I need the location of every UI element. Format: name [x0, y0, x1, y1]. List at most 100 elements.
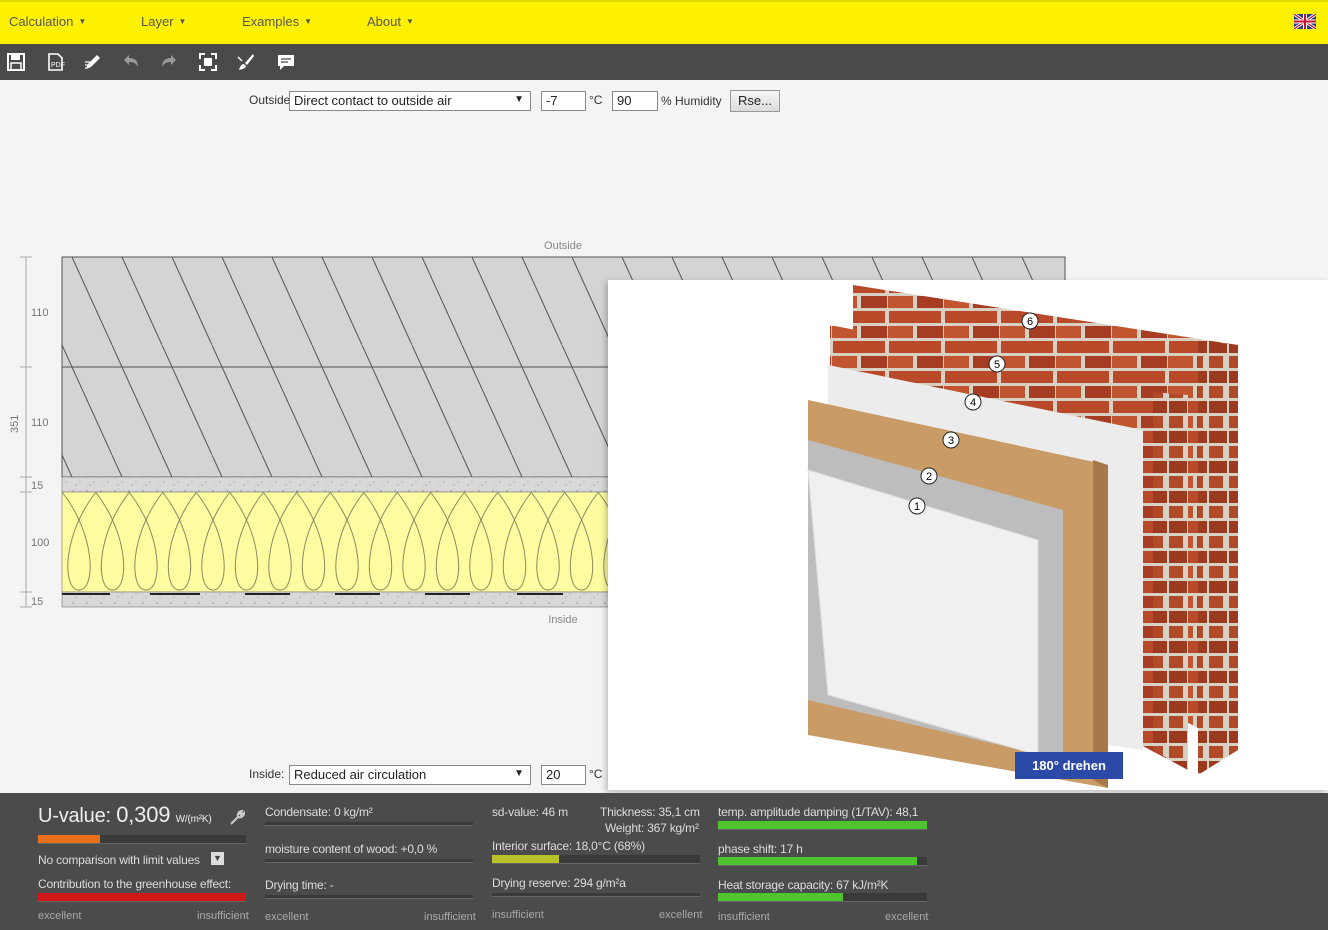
u-value-label: U-value:: [38, 805, 111, 827]
layer-thickness-label: 110: [31, 417, 49, 429]
marker-label: 1: [914, 501, 920, 513]
marker-label: 5: [994, 359, 1000, 371]
inside-temperature-input[interactable]: 20: [541, 765, 586, 785]
heat-storage-bar: [718, 893, 927, 902]
rse-button[interactable]: Rse...: [730, 90, 780, 112]
chevron-down-icon: ▼: [178, 17, 187, 26]
marker-4[interactable]: 4: [964, 393, 982, 411]
outside-humidity-unit: % Humidity: [661, 94, 722, 108]
layer-thickness-label: 100: [31, 537, 49, 549]
inside-condition-value: Reduced air circulation: [294, 767, 427, 782]
u-value: 0,309: [116, 802, 171, 827]
inside-condition-select[interactable]: Reduced air circulation ▼: [289, 765, 531, 785]
chevron-down-icon: ▼: [514, 768, 524, 779]
marker-3[interactable]: 3: [942, 431, 960, 449]
results-panel: U-value: 0,309 W/(m²K) No comparison wit…: [0, 793, 1328, 930]
wrench-icon[interactable]: [228, 809, 246, 827]
woodfibre-side: [1093, 460, 1108, 788]
brick-side: [1198, 340, 1238, 775]
inside-caption: Inside: [548, 614, 577, 626]
layer-thickness-label: 15: [31, 480, 43, 492]
outside-condition-select[interactable]: Direct contact to outside air ▼: [289, 91, 531, 111]
drying-reserve-bar: [492, 893, 700, 897]
edit-icon[interactable]: [83, 52, 103, 72]
menu-layer-label: Layer: [141, 14, 174, 29]
scale-excellent-label: excellent: [659, 909, 703, 921]
u-value-unit: W/(m²K): [175, 814, 212, 825]
u-value-bar: [38, 835, 246, 844]
redo-icon[interactable]: [159, 52, 179, 72]
menu-layer[interactable]: Layer ▼: [141, 14, 186, 29]
greenhouse-label: Contribution to the greenhouse effect:: [38, 877, 231, 891]
marker-1[interactable]: 1: [908, 497, 926, 515]
chevron-down-icon: ▼: [304, 17, 312, 26]
brick-side: [1153, 392, 1188, 770]
scale-excellent-label: excellent: [265, 911, 309, 923]
moisture-bar: [265, 859, 473, 863]
marker-2[interactable]: 2: [920, 467, 938, 485]
marker-label: 3: [948, 435, 954, 447]
menu-calculation-label: Calculation: [9, 14, 74, 29]
scale-insufficient-label: insufficient: [197, 910, 249, 922]
dropdown-toggle-icon[interactable]: ▼: [211, 852, 224, 865]
sd-value-text: sd-value: 46 m: [492, 805, 568, 819]
scale-insufficient-label: insufficient: [492, 909, 544, 921]
chevron-down-icon: ▼: [514, 94, 524, 105]
fit-icon[interactable]: [198, 52, 218, 72]
greenhouse-bar-fill: [38, 893, 246, 901]
marker-label: 6: [1027, 316, 1033, 328]
outside-humidity-input[interactable]: 90: [612, 91, 658, 111]
inside-temp-unit: °C: [589, 767, 603, 781]
pdf-icon[interactable]: PDF: [45, 52, 65, 72]
greenhouse-bar: [38, 893, 246, 902]
uk-flag-icon[interactable]: [1294, 14, 1316, 29]
outside-label: Outside: [249, 93, 291, 107]
layer-thickness-label: 15: [31, 596, 43, 608]
menu-examples[interactable]: Examples ▼: [242, 14, 312, 29]
drying-time-bar: [265, 895, 473, 899]
outside-condition-value: Direct contact to outside air: [294, 93, 452, 108]
phase-shift-bar: [718, 857, 927, 866]
layer-thickness-label: 110: [31, 307, 49, 319]
total-thickness-label: 351: [9, 415, 21, 433]
drying-reserve-text: Drying reserve: 294 g/m²a: [492, 876, 626, 890]
outside-temp-unit: °C: [589, 93, 603, 107]
comment-icon[interactable]: [276, 52, 296, 72]
weight-text: Weight: 367 kg/m²: [605, 821, 699, 835]
rotate-180-button[interactable]: 180° drehen: [1015, 752, 1123, 779]
interior-surface-text: Interior surface: 18,0°C (68%): [492, 839, 645, 853]
phase-shift-text: phase shift: 17 h: [718, 842, 803, 856]
u-value-bar-fill: [38, 835, 101, 843]
interior-surface-bar-fill: [492, 855, 559, 863]
scale-excellent-label: excellent: [885, 911, 929, 923]
temp-amplitude-bar: [718, 821, 927, 830]
no-comparison-text: No comparison with limit values: [38, 853, 200, 867]
menu-calculation[interactable]: Calculation ▼: [9, 14, 86, 29]
svg-text:PDF: PDF: [51, 62, 65, 69]
menu-about[interactable]: About ▼: [367, 14, 414, 29]
marker-5[interactable]: 5: [988, 355, 1006, 373]
scale-insufficient-label: insufficient: [424, 911, 476, 923]
save-icon[interactable]: [6, 52, 26, 72]
u-value-display: U-value: 0,309 W/(m²K): [38, 802, 212, 828]
menu-about-label: About: [367, 14, 401, 29]
undo-icon[interactable]: [121, 52, 141, 72]
marker-label: 2: [926, 471, 932, 483]
scale-excellent-label: excellent: [38, 910, 82, 922]
condensate-bar: [265, 822, 473, 826]
wall-3d-preview: 6 5 4 3 2 1: [608, 280, 1328, 790]
inside-label: Inside:: [249, 767, 285, 781]
top-menu-bar: Calculation ▼ Layer ▼ Examples ▼ About ▼: [0, 0, 1328, 44]
marker-6[interactable]: 6: [1021, 312, 1039, 330]
brush-icon[interactable]: [236, 52, 256, 72]
scale-insufficient-label: insufficient: [718, 911, 770, 923]
menu-examples-label: Examples: [242, 14, 300, 29]
outside-temperature-input[interactable]: -7: [541, 91, 586, 111]
interior-surface-bar: [492, 855, 700, 864]
moisture-wood-text: moisture content of wood: +0,0 %: [265, 842, 438, 856]
thickness-text: Thickness: 35,1 cm: [600, 805, 700, 819]
drying-time-text: Drying time: -: [265, 878, 334, 892]
temp-amplitude-text: temp. amplitude damping (1/TAV): 48,1: [718, 805, 919, 819]
chevron-down-icon: ▼: [78, 17, 87, 26]
outside-caption: Outside: [544, 240, 582, 252]
